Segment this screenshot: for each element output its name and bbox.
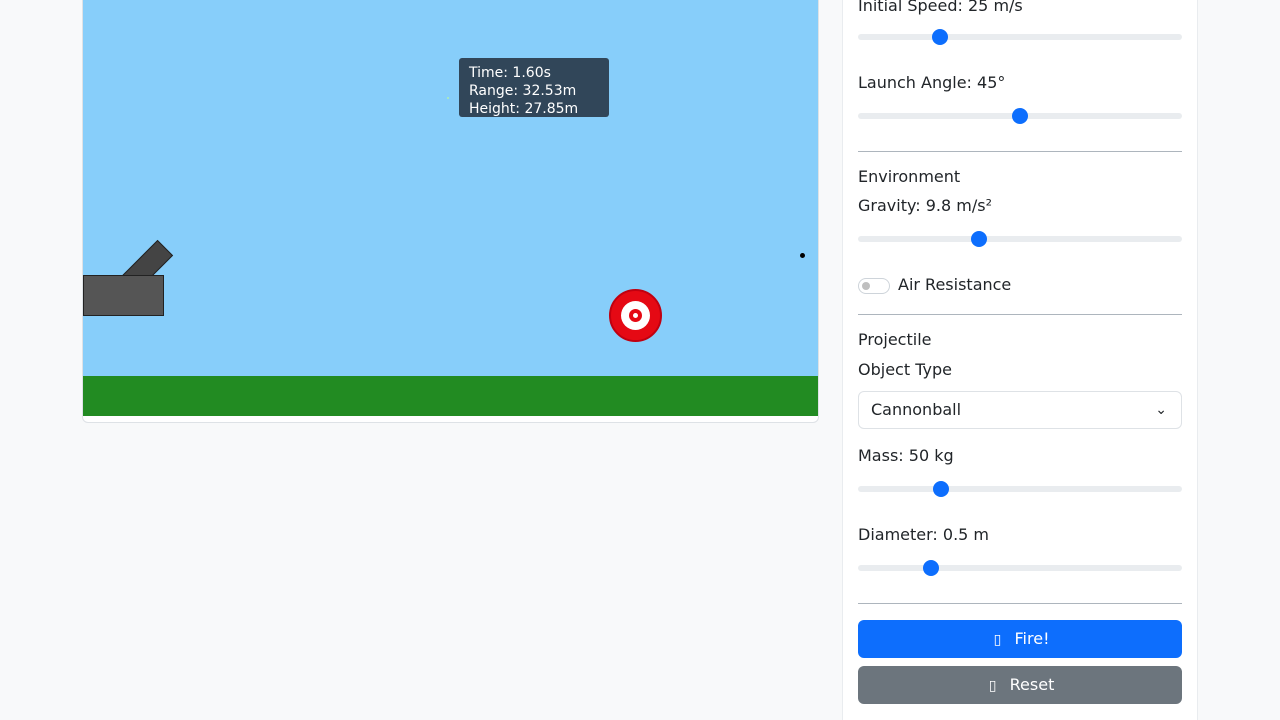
- object-type-value: Cannonball: [871, 400, 962, 419]
- diameter-slider[interactable]: [858, 560, 1182, 576]
- divider: [858, 603, 1182, 604]
- mass-slider[interactable]: [858, 481, 1182, 497]
- object-type-select[interactable]: Cannonball ⌄: [858, 391, 1182, 429]
- flight-height: Height: 27.85m: [469, 101, 579, 117]
- divider: [858, 314, 1182, 315]
- trajectory-point: [447, 97, 449, 99]
- launch-angle-slider-thumb[interactable]: [1012, 108, 1028, 124]
- projectile: [800, 253, 805, 258]
- simulation-canvas[interactable]: Time: 1.60s Range: 32.53m Height: 27.85m: [82, 0, 819, 423]
- sky: [83, 0, 818, 416]
- gravity-slider[interactable]: [858, 231, 1182, 247]
- mass-slider-thumb[interactable]: [933, 481, 949, 497]
- fire-button-label: Fire!: [1014, 629, 1050, 648]
- initial-speed-slider-thumb[interactable]: [932, 29, 948, 45]
- air-resistance-label: Air Resistance: [898, 275, 1012, 294]
- reset-button[interactable]: ▯ Reset: [858, 666, 1182, 704]
- mass-label: Mass: 50 kg: [858, 446, 954, 465]
- projectile-heading: Projectile: [858, 330, 932, 349]
- target-icon: [609, 289, 662, 342]
- launch-angle-label: Launch Angle: 45°: [858, 73, 1006, 92]
- initial-speed-label: Initial Speed: 25 m/s: [858, 0, 1023, 15]
- reset-icon: ▯: [988, 678, 997, 694]
- gravity-slider-thumb[interactable]: [971, 231, 987, 247]
- rocket-icon: ▯: [993, 632, 1002, 648]
- initial-speed-slider[interactable]: [858, 29, 1182, 45]
- flight-info-box: Time: 1.60s Range: 32.53m Height: 27.85m: [459, 58, 609, 117]
- cannon-base: [83, 275, 164, 316]
- fire-button[interactable]: ▯ Fire!: [858, 620, 1182, 658]
- diameter-slider-thumb[interactable]: [923, 560, 939, 576]
- environment-heading: Environment: [858, 167, 961, 186]
- toggle-knob: [862, 282, 870, 290]
- flight-range: Range: 32.53m: [469, 83, 577, 99]
- flight-time: Time: 1.60s: [469, 65, 551, 81]
- gravity-label: Gravity: 9.8 m/s²: [858, 196, 993, 215]
- ground: [83, 376, 818, 416]
- launch-angle-slider[interactable]: [858, 108, 1182, 124]
- object-type-label: Object Type: [858, 360, 952, 379]
- chevron-down-icon: ⌄: [1155, 402, 1167, 418]
- reset-button-label: Reset: [1009, 675, 1055, 694]
- divider: [858, 151, 1182, 152]
- air-resistance-toggle[interactable]: [858, 278, 890, 294]
- diameter-label: Diameter: 0.5 m: [858, 525, 990, 544]
